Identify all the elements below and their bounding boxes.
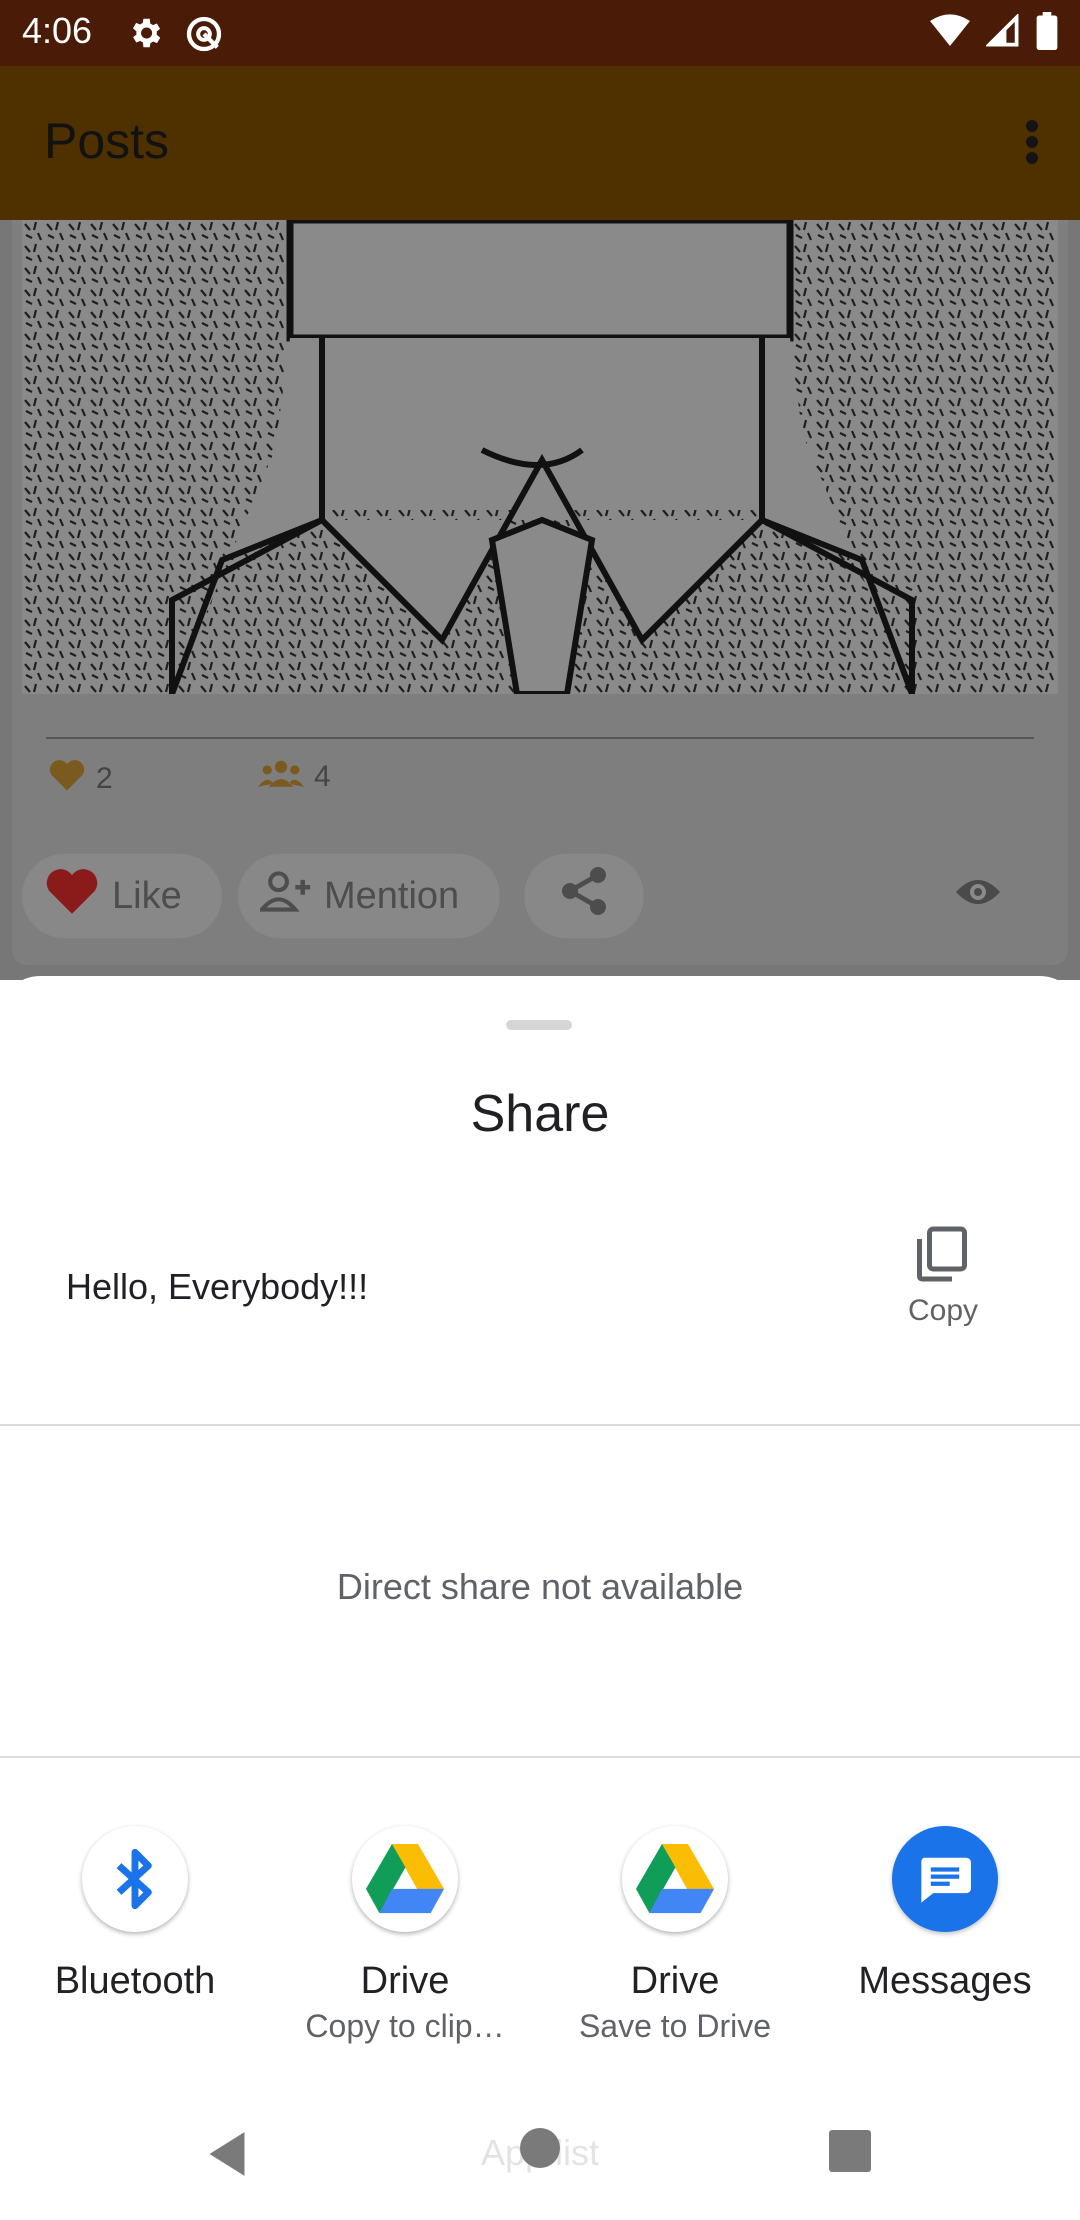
status-bar: 4:06 <box>0 0 1080 66</box>
like-label: Like <box>112 874 182 917</box>
mentions-count: 4 <box>314 760 331 793</box>
share-icon <box>560 865 608 927</box>
cell-signal-icon <box>984 12 1020 53</box>
messages-icon <box>892 1826 998 1932</box>
copy-label: Copy <box>907 1294 979 1327</box>
more-options-icon[interactable] <box>1024 118 1040 171</box>
back-icon[interactable] <box>204 2130 250 2183</box>
settings-icon <box>126 14 164 59</box>
heart-icon <box>44 866 100 926</box>
direct-share-message: Direct share not available <box>336 1566 744 1607</box>
target-sublabel: Save to Drive <box>578 2008 772 2044</box>
share-sheet: Share Hello, Everybody!!! Copy Direct sh… <box>0 976 1080 2086</box>
target-label: Messages <box>858 1960 1032 2002</box>
mention-button[interactable]: Mention <box>238 854 500 938</box>
group-icon <box>258 758 304 796</box>
feed: 2 4 Like Mention <box>0 220 1080 980</box>
mentions-stat: 4 <box>258 758 331 796</box>
post-card: 2 4 Like Mention <box>12 220 1068 965</box>
share-target-drive-save[interactable]: Drive Save to Drive <box>540 1826 810 2056</box>
like-button[interactable]: Like <box>22 854 222 938</box>
copy-button[interactable]: Copy <box>880 1224 1006 1334</box>
target-sublabel: Copy to clip… <box>305 2008 505 2044</box>
eye-icon[interactable] <box>954 876 1002 913</box>
share-target-bluetooth[interactable]: Bluetooth <box>0 1826 270 2056</box>
share-sheet-title: Share <box>470 1085 610 1143</box>
share-target-drive-copy[interactable]: Drive Copy to clip… <box>270 1826 540 2056</box>
google-drive-icon <box>352 1826 458 1932</box>
battery-icon <box>1036 12 1058 55</box>
target-label: Drive <box>630 1960 720 2002</box>
target-label: Bluetooth <box>54 1960 216 2002</box>
wifi-icon <box>930 14 970 53</box>
page-title: Posts <box>44 113 170 169</box>
shared-text-preview: Hello, Everybody!!! <box>66 1266 369 1307</box>
data-saver-icon <box>184 14 224 59</box>
post-image[interactable] <box>22 220 1058 694</box>
divider <box>0 1424 1080 1426</box>
google-drive-icon <box>622 1826 728 1932</box>
copy-icon <box>912 1224 972 1289</box>
mention-label: Mention <box>324 874 460 917</box>
recents-icon[interactable] <box>829 2130 871 2177</box>
home-icon[interactable] <box>518 2126 562 2175</box>
bluetooth-icon <box>82 1826 188 1932</box>
divider <box>0 1756 1080 1758</box>
drag-handle[interactable] <box>506 1020 572 1030</box>
navigation-bar: App list <box>0 2086 1080 2220</box>
share-target-messages[interactable]: Messages <box>810 1826 1080 2056</box>
app-bar: Posts <box>0 66 1080 220</box>
share-button[interactable] <box>524 854 644 938</box>
status-time: 4:06 <box>22 10 93 51</box>
add-person-icon <box>257 869 312 923</box>
likes-stat: 2 <box>48 758 113 800</box>
likes-count: 2 <box>96 762 113 795</box>
heart-icon <box>48 758 86 800</box>
target-label: Drive <box>360 1960 450 2002</box>
post-divider <box>46 737 1034 739</box>
